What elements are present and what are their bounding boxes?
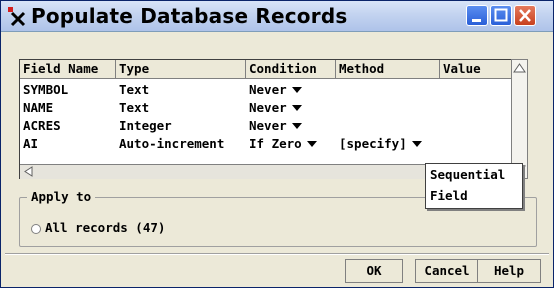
dropdown-arrow-icon <box>291 123 302 129</box>
dropdown-arrow-icon <box>291 105 302 111</box>
dropdown-arrow-icon <box>411 141 422 147</box>
ok-button[interactable]: OK <box>345 259 403 283</box>
maximize-icon[interactable] <box>490 5 512 26</box>
all-records-label[interactable]: All records (47) <box>45 219 165 237</box>
header-value[interactable]: Value <box>440 60 510 78</box>
window-title: Populate Database Records <box>31 4 348 28</box>
header-field-name[interactable]: Field Name <box>20 60 116 78</box>
all-records-radio[interactable] <box>31 224 41 234</box>
app-icon <box>7 5 29 27</box>
cell-field: SYMBOL <box>23 82 69 97</box>
help-button[interactable]: Help <box>477 259 541 283</box>
cell-field: AI <box>23 136 39 151</box>
populate-records-window: Populate Database Records Field Name Typ… <box>0 0 554 288</box>
cell-type: Auto-increment <box>119 136 225 151</box>
menu-item-sequential[interactable]: Sequential <box>426 165 522 185</box>
method-dropdown[interactable]: [specify] <box>336 136 422 152</box>
cell-field: NAME <box>23 100 54 115</box>
cancel-button[interactable]: Cancel <box>415 259 479 283</box>
title-bar[interactable]: Populate Database Records <box>1 1 553 32</box>
header-method[interactable]: Method <box>336 60 440 78</box>
minimize-icon[interactable] <box>466 5 488 26</box>
apply-to-legend: Apply to <box>27 189 96 204</box>
dropdown-arrow-icon <box>291 87 302 93</box>
divider <box>5 253 549 255</box>
condition-dropdown[interactable]: Never <box>246 118 302 134</box>
condition-dropdown[interactable]: If Zero <box>246 136 317 152</box>
cell-type: Text <box>119 82 150 97</box>
cell-type: Text <box>119 100 150 115</box>
table-header: Field Name Type Condition Method Value <box>20 60 526 79</box>
close-icon[interactable] <box>514 5 536 26</box>
menu-item-field[interactable]: Field <box>426 186 522 206</box>
dropdown-arrow-icon <box>306 141 317 147</box>
method-popup-menu: Sequential Field <box>425 163 523 209</box>
cell-type: Integer <box>119 118 172 133</box>
header-condition[interactable]: Condition <box>246 60 336 78</box>
condition-dropdown[interactable]: Never <box>246 82 302 98</box>
cell-field: ACRES <box>23 118 61 133</box>
condition-dropdown[interactable]: Never <box>246 100 302 116</box>
fields-table: Field Name Type Condition Method Value S… <box>19 59 527 179</box>
header-type[interactable]: Type <box>116 60 246 78</box>
vertical-scrollbar[interactable] <box>511 59 528 179</box>
